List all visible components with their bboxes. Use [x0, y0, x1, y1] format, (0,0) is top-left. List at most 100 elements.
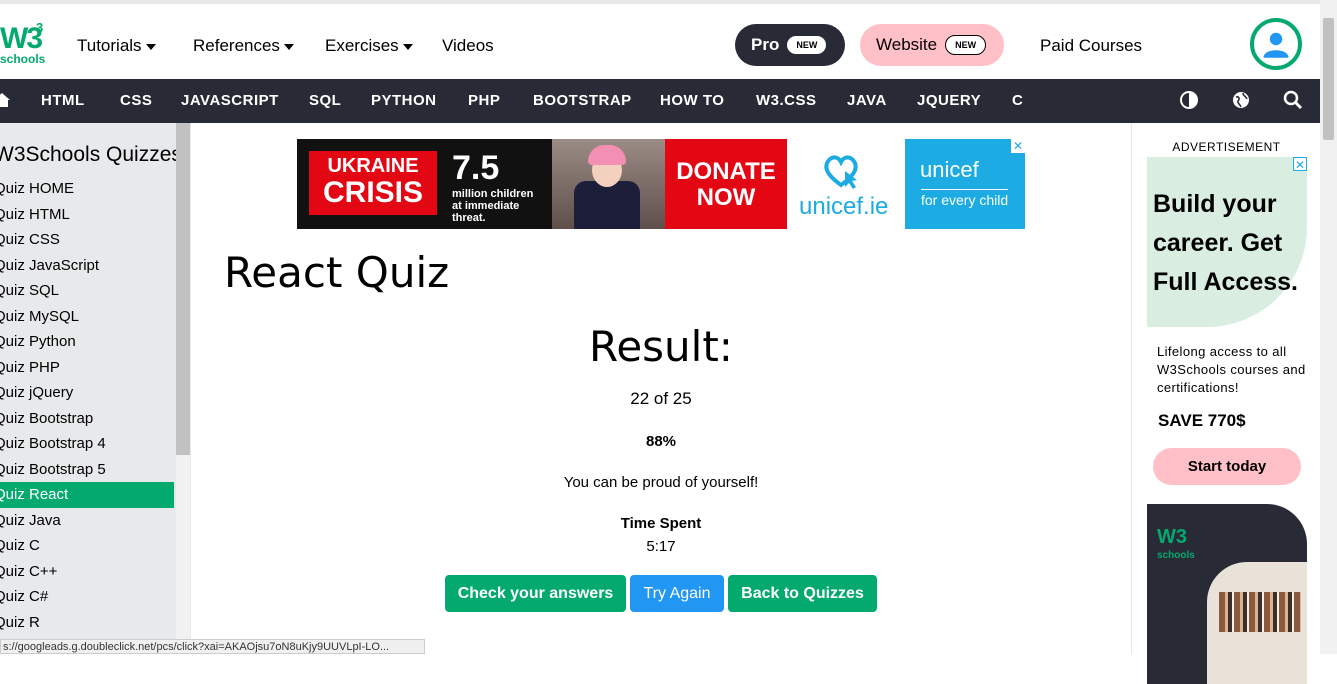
topic-navbar: HTML CSS JAVASCRIPT SQL PYTHON PHP BOOTS…: [0, 79, 1320, 123]
unicef-ie-logo: unicef.ie: [787, 139, 905, 229]
nav-exercises-label: Exercises: [325, 36, 399, 55]
paid-courses-link[interactable]: Paid Courses: [1040, 36, 1142, 56]
donate-text: DONATE: [676, 158, 776, 185]
topic-javascript[interactable]: JAVASCRIPT: [181, 92, 279, 109]
time-spent-label: Time Spent: [620, 515, 702, 532]
back-to-quizzes-button[interactable]: Back to Quizzes: [728, 575, 877, 612]
sidebar-item-quiz-csharp[interactable]: Quiz C#: [0, 584, 174, 610]
topic-bootstrap[interactable]: BOOTSTRAP: [533, 92, 632, 109]
w3schools-logo[interactable]: W3 3 schools: [0, 20, 48, 70]
topic-java[interactable]: JAVA: [847, 92, 887, 109]
sidebar-item-quiz-bootstrap-4[interactable]: Quiz Bootstrap 4: [0, 431, 174, 457]
sidebar-item-quiz-home[interactable]: Quiz HOME: [0, 176, 174, 202]
user-avatar[interactable]: [1250, 18, 1302, 70]
sidebar-item-quiz-java[interactable]: Quiz Java: [0, 508, 174, 534]
topic-python[interactable]: PYTHON: [371, 92, 437, 109]
sidebar-item-quiz-bootstrap-5[interactable]: Quiz Bootstrap 5: [0, 457, 174, 483]
unicef-logo: unicef for every child ✕: [905, 139, 1025, 229]
unicef-tagline: for every child: [921, 189, 1009, 208]
nav-references-label: References: [193, 36, 280, 55]
try-again-button[interactable]: Try Again: [630, 575, 724, 612]
sidebar-item-quiz-sql[interactable]: Quiz SQL: [0, 278, 174, 304]
ukraine-ad-panel: UKRAINE CRISIS 7.5 million children at i…: [297, 139, 665, 229]
logo-text: W3: [0, 22, 43, 55]
logo-superscript: 3: [36, 20, 44, 35]
ad-close-icon[interactable]: ✕: [1293, 157, 1307, 172]
status-bar-url: s://googleads.g.doubleclick.net/pcs/clic…: [0, 639, 425, 654]
donate-now-button[interactable]: DONATE NOW: [665, 139, 787, 229]
ad-stat-line-1: million children: [452, 188, 534, 200]
sidebar-item-quiz-html[interactable]: Quiz HTML: [0, 202, 174, 228]
topic-w3css[interactable]: W3.CSS: [756, 92, 817, 109]
banner-ad[interactable]: UKRAINE CRISIS 7.5 million children at i…: [297, 139, 1025, 229]
ad-hero: Build your career. Get Full Access.: [1147, 157, 1307, 327]
caret-down-icon: [402, 43, 413, 50]
website-button[interactable]: Website NEW: [860, 24, 1004, 66]
nav-tutorials-label: Tutorials: [77, 36, 142, 55]
user-icon: [1263, 32, 1289, 58]
start-today-button[interactable]: Start today: [1153, 448, 1301, 485]
ad-logo-text: W3: [1157, 526, 1187, 548]
website-label: Website: [876, 35, 938, 54]
home-icon[interactable]: [0, 90, 12, 110]
ad-child-photo: [552, 139, 665, 229]
topic-c[interactable]: C: [1012, 92, 1023, 109]
contrast-icon[interactable]: [1179, 90, 1199, 110]
sidebar-item-quiz-cpp[interactable]: Quiz C++: [0, 559, 174, 585]
sidebar-item-quiz-css[interactable]: Quiz CSS: [0, 227, 174, 253]
ukraine-crisis-logo: UKRAINE CRISIS: [309, 151, 437, 215]
sidebar-item-quiz-react[interactable]: Quiz React: [0, 482, 174, 508]
nav-tutorials[interactable]: Tutorials: [77, 36, 156, 56]
page-scrollbar-thumb[interactable]: [1323, 18, 1334, 140]
new-badge: NEW: [945, 35, 987, 55]
sidebar-item-quiz-mysql[interactable]: Quiz MySQL: [0, 304, 174, 330]
ad-close-icon[interactable]: ✕: [1011, 139, 1025, 153]
result-heading: Result:: [589, 322, 733, 371]
page-scrollbar[interactable]: [1320, 0, 1337, 654]
topic-css[interactable]: CSS: [120, 92, 152, 109]
topic-php[interactable]: PHP: [468, 92, 500, 109]
w3schools-ad[interactable]: Build your career. Get Full Access. ✕ Li…: [1147, 157, 1307, 684]
topic-howto[interactable]: HOW TO: [660, 92, 724, 109]
ad-image-panel: W3 schools: [1147, 504, 1307, 684]
ukraine-text: UKRAINE: [327, 155, 419, 177]
search-icon[interactable]: [1283, 90, 1303, 110]
globe-icon[interactable]: [1231, 90, 1251, 110]
ad-logo-subtext: schools: [1157, 550, 1195, 561]
topic-html[interactable]: HTML: [41, 92, 85, 109]
check-answers-button[interactable]: Check your answers: [445, 575, 626, 612]
now-text: NOW: [696, 184, 756, 211]
nav-videos[interactable]: Videos: [442, 36, 494, 56]
sidebar-scrollbar-thumb[interactable]: [176, 123, 190, 455]
sidebar-item-quiz-bootstrap[interactable]: Quiz Bootstrap: [0, 406, 174, 432]
unicef-text: unicef: [920, 157, 979, 182]
new-badge: NEW: [787, 36, 827, 54]
sidebar-item-quiz-php[interactable]: Quiz PHP: [0, 355, 174, 381]
nav-references[interactable]: References: [193, 36, 294, 56]
sidebar-scrollbar[interactable]: [176, 123, 190, 654]
ad-description: Lifelong access to all W3Schools courses…: [1157, 344, 1306, 395]
topic-sql[interactable]: SQL: [309, 92, 341, 109]
sidebar-links: Quiz HOME Quiz HTML Quiz CSS Quiz JavaSc…: [0, 176, 174, 635]
page-title: React Quiz: [224, 248, 450, 297]
sidebar-item-quiz-r[interactable]: Quiz R: [0, 610, 174, 636]
topic-jquery[interactable]: JQUERY: [917, 92, 981, 109]
ad-stat-line-2: at immediate: [452, 200, 520, 212]
pro-button[interactable]: Pro NEW: [735, 24, 845, 66]
heart-cursor-icon: [824, 155, 858, 189]
pro-label: Pro: [751, 35, 780, 54]
ad-stat: 7.5 million children at immediate threat…: [452, 149, 533, 224]
time-spent-value: 5:17: [646, 538, 676, 555]
sidebar-item-quiz-c[interactable]: Quiz C: [0, 533, 174, 559]
logo-subtext: schools: [0, 52, 46, 66]
sidebar-title: W3Schools Quizzes: [0, 143, 182, 166]
sidebar-item-quiz-jquery[interactable]: Quiz jQuery: [0, 380, 174, 406]
crisis-text: CRISIS: [322, 176, 424, 209]
books-image: [1219, 592, 1301, 632]
sidebar-item-quiz-javascript[interactable]: Quiz JavaScript: [0, 253, 174, 279]
sidebar-item-quiz-python[interactable]: Quiz Python: [0, 329, 174, 355]
ad-headline: Build your career. Get Full Access.: [1153, 190, 1298, 296]
result-message: You can be proud of yourself!: [563, 474, 759, 491]
score-text: 22 of 25: [630, 389, 692, 408]
nav-exercises[interactable]: Exercises: [325, 36, 413, 56]
